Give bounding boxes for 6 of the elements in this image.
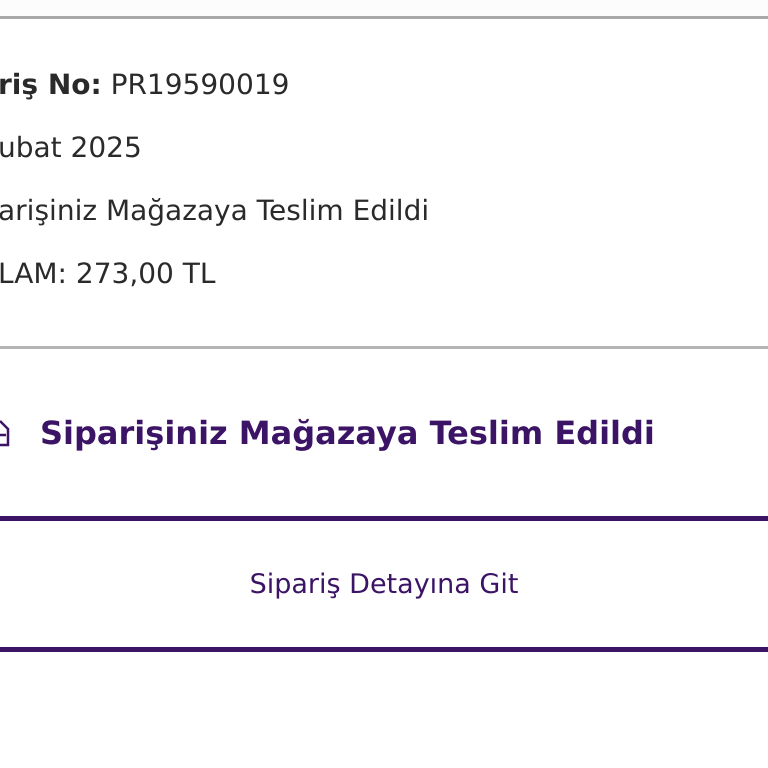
order-detail-link[interactable]: Sipariş Detayına Git [250,568,518,600]
order-info-text: arişiniz Mağazaya Teslim Edildi [0,193,430,229]
order-info-text: ubat 2025 [0,130,143,166]
order-info-text: riş No: PR19590019 [0,67,290,103]
order-info-text: LAM: 273,00 TL [0,256,216,292]
status-title: Siparişiniz Mağazaya Teslim Edildi [40,414,655,452]
